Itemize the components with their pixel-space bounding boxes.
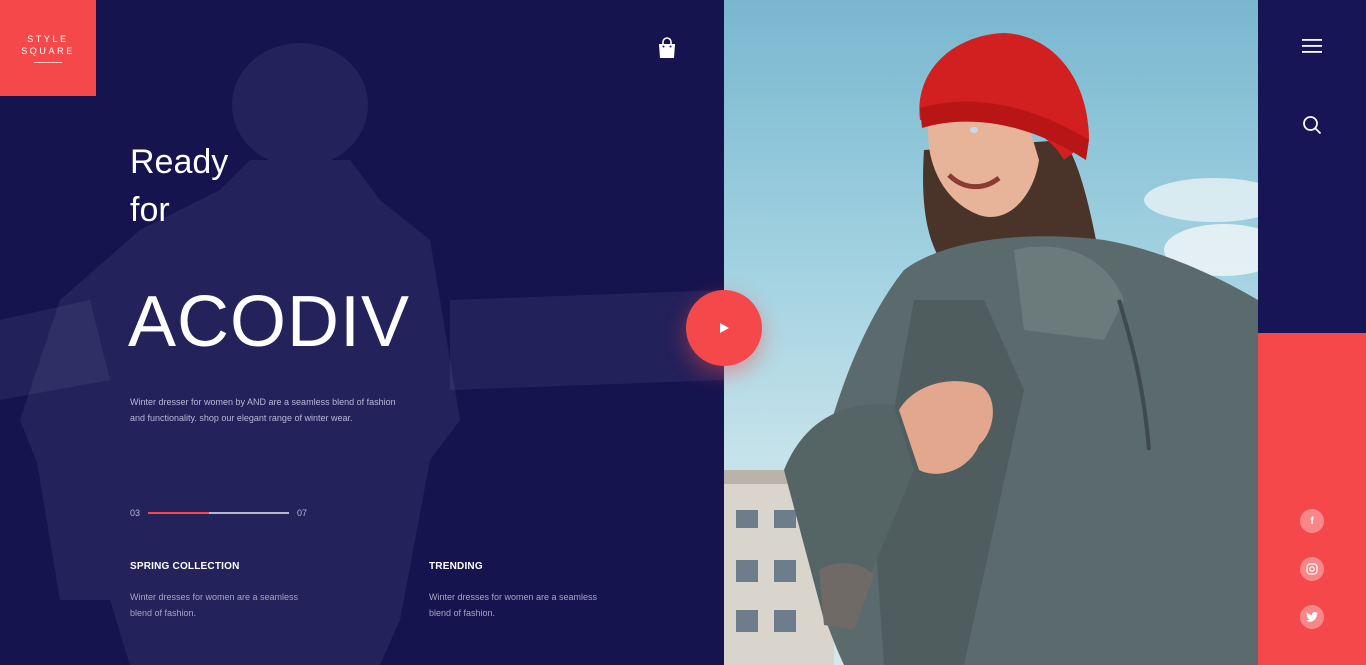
column-text: Winter dresses for women are a seamless … xyxy=(429,592,598,618)
brand-line-2: SQUARE xyxy=(21,46,75,56)
column-text: Winter dresses for women are a seamless … xyxy=(130,592,299,618)
hero-description: Winter dresser for women by AND are a se… xyxy=(130,397,396,423)
spring-collection-block: SPRING COLLECTION Winter dresses for wom… xyxy=(130,561,320,621)
progress-track[interactable] xyxy=(148,512,290,514)
headline-line-1: Ready xyxy=(130,143,229,181)
search-icon[interactable] xyxy=(1302,115,1322,135)
column-title[interactable]: SPRING COLLECTION xyxy=(130,561,320,572)
trending-block: TRENDING Winter dresses for women are a … xyxy=(429,561,619,621)
facebook-icon[interactable]: f xyxy=(1300,509,1324,533)
hero-photo xyxy=(724,0,1258,665)
hero-section: STYLE SQUARE Ready for ACODIV Winter dre… xyxy=(0,0,724,665)
column-title[interactable]: TRENDING xyxy=(429,561,619,572)
slide-current: 03 xyxy=(130,508,141,518)
headline-line-2: for xyxy=(130,191,170,229)
slide-total: 07 xyxy=(297,508,308,518)
slide-progress[interactable]: 03 07 xyxy=(130,508,307,518)
shopping-bag-icon[interactable] xyxy=(656,37,678,59)
twitter-icon[interactable] xyxy=(1300,605,1324,629)
model-illustration xyxy=(724,33,1258,665)
progress-fill xyxy=(148,512,209,514)
logo-underline xyxy=(34,62,62,63)
brand-logo[interactable]: STYLE SQUARE xyxy=(0,0,96,96)
play-video-button[interactable] xyxy=(686,290,762,366)
hero-headline: Ready for xyxy=(130,138,228,234)
hero-title: ACODIV xyxy=(128,282,411,362)
instagram-icon[interactable] xyxy=(1300,557,1324,581)
play-icon xyxy=(720,323,729,333)
brand-line-1: STYLE xyxy=(27,34,69,44)
hamburger-menu-icon[interactable] xyxy=(1302,39,1322,53)
